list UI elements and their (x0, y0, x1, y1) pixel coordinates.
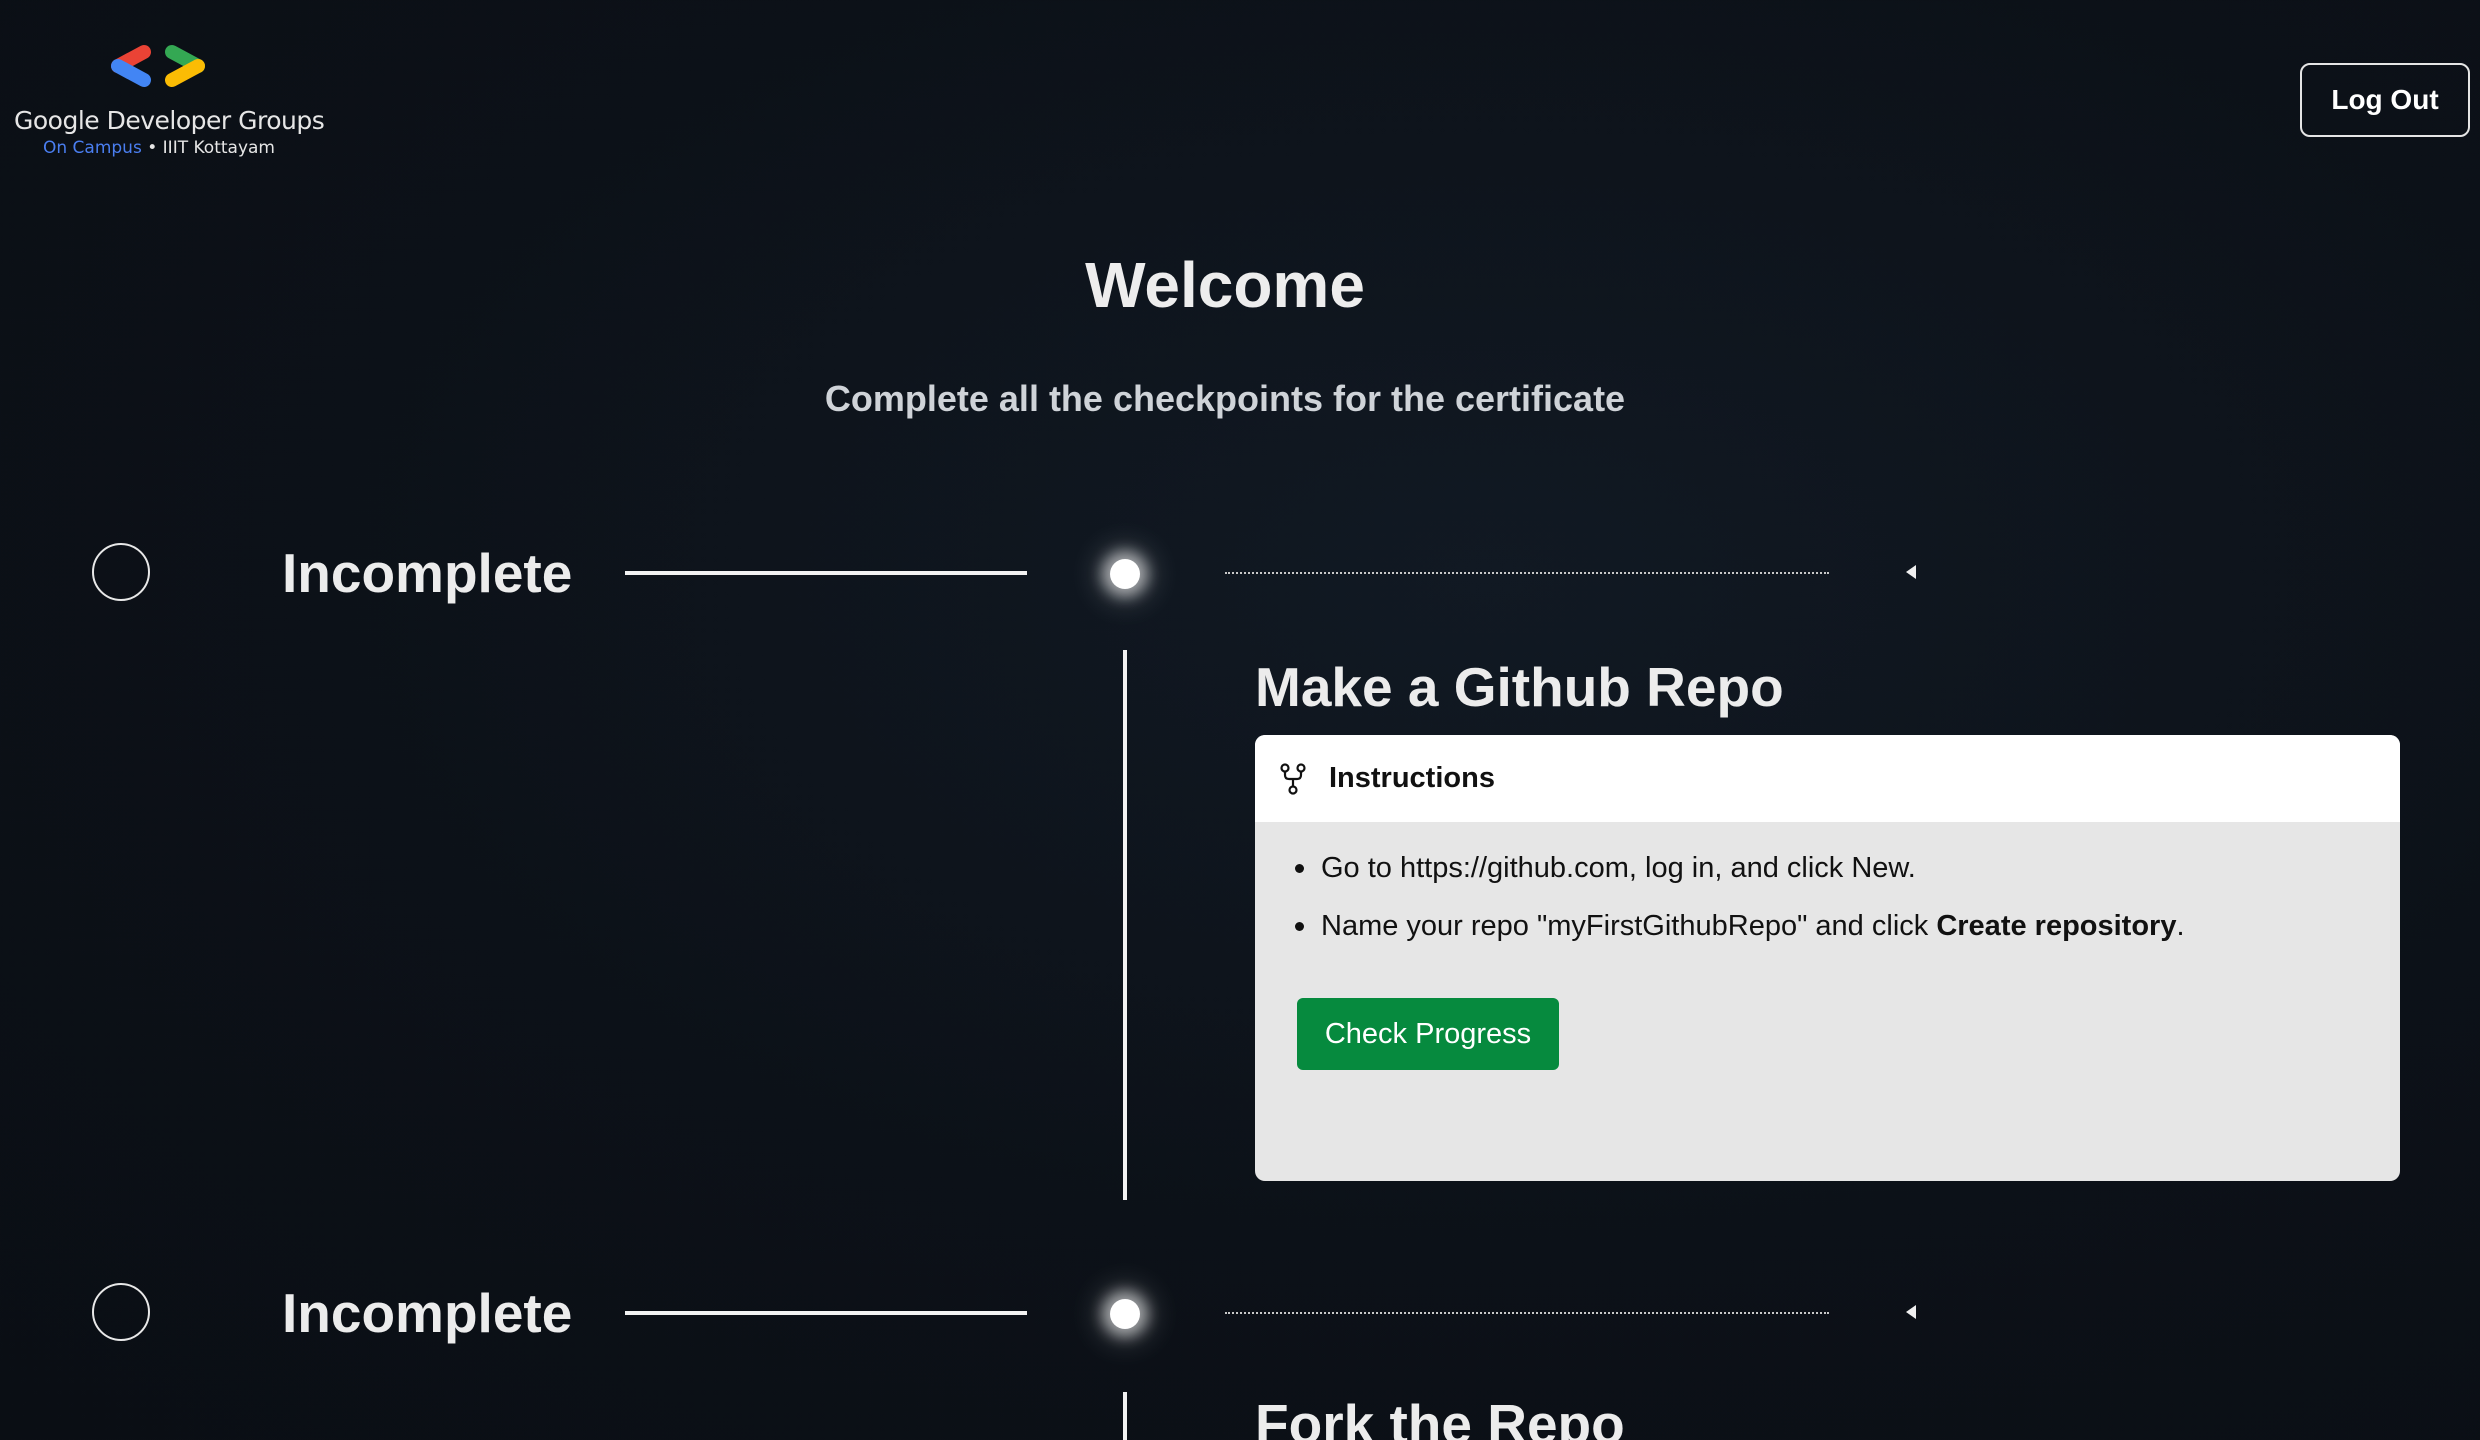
status-circle-icon (92, 543, 150, 601)
instruction-list: Go to https://github.com, log in, and cl… (1295, 848, 2400, 946)
timeline-node (1110, 1299, 1140, 1329)
check-progress-button[interactable]: Check Progress (1297, 998, 1559, 1070)
checkpoint-row-1: Incomplete (0, 533, 2480, 613)
logo-separator: • (141, 138, 163, 158)
caret-left-icon[interactable] (1906, 565, 1916, 579)
logout-button[interactable]: Log Out (2300, 63, 2470, 137)
instruction-step-2-suffix: . (2176, 910, 2185, 942)
status-circle-icon (92, 1283, 150, 1341)
git-fork-icon (1280, 762, 1306, 795)
instruction-step-1: Go to https://github.com, log in, and cl… (1295, 848, 2400, 888)
gdg-brackets-icon (111, 45, 205, 87)
checkpoint-title: Fork the Repo (1255, 1393, 1625, 1440)
logo-subtitle: On Campus • IIIT Kottayam (14, 138, 304, 158)
gdg-logo: Google Developer Groups On Campus • IIIT… (14, 40, 325, 158)
logo-campus-text: On Campus (42, 138, 142, 158)
timeline-connector (625, 1311, 1027, 1315)
timeline-vertical-line (1123, 1392, 1127, 1440)
logo-institution-text: IIIT Kottayam (162, 138, 275, 158)
dotted-connector (1225, 572, 1829, 574)
caret-left-icon[interactable] (1906, 1305, 1916, 1319)
card-header: Instructions (1255, 735, 2400, 822)
checkpoint-title: Make a Github Repo (1255, 656, 1784, 718)
timeline-connector (625, 571, 1027, 575)
logo-title: Google Developer Groups (14, 106, 325, 135)
page-title: Welcome (1085, 249, 1365, 321)
instruction-step-2-bold: Create repository (1936, 910, 2177, 942)
timeline-vertical-line (1123, 650, 1127, 1200)
card-header-title: Instructions (1329, 762, 1495, 794)
page-subtitle: Complete all the checkpoints for the cer… (824, 378, 1626, 419)
status-label: Incomplete (282, 1282, 573, 1344)
card-body: Go to https://github.com, log in, and cl… (1255, 822, 2400, 1070)
instructions-card: Instructions Go to https://github.com, l… (1255, 735, 2400, 1181)
dotted-connector (1225, 1312, 1829, 1314)
instruction-step-2: Name your repo "myFirstGithubRepo" and c… (1295, 906, 2400, 946)
status-label: Incomplete (282, 542, 573, 604)
instruction-step-2-text: Name your repo "myFirstGithubRepo" and c… (1321, 910, 1937, 942)
checkpoint-row-2: Incomplete (0, 1273, 2480, 1353)
timeline-node (1110, 559, 1140, 589)
